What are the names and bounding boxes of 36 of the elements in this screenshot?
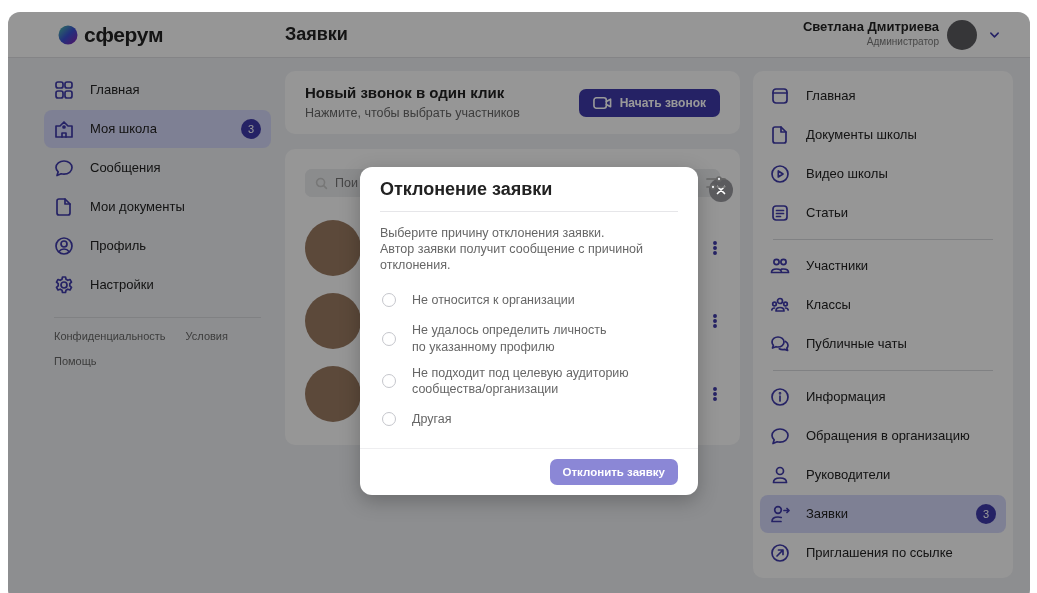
footer-link[interactable]: Условия	[185, 328, 228, 345]
page-title: Заявки	[285, 23, 349, 46]
nav-item[interactable]: Настройки	[44, 266, 271, 304]
nav-item[interactable]: Участники	[760, 247, 1006, 285]
dialog-title: Отклонение заявки	[379, 178, 554, 201]
nav-item[interactable]: Приглашения по ссылке	[760, 534, 1006, 572]
nav-item[interactable]: Документы школы	[760, 116, 1006, 154]
nav-item[interactable]: Главная	[44, 71, 271, 109]
radio-option[interactable]: Не подходит под целевую аудиторию сообщества/организации	[360, 359, 698, 403]
nav-item[interactable]: Публичные чаты	[760, 325, 1006, 363]
nav-item[interactable]: Статьи	[760, 194, 1006, 232]
nav-item[interactable]: Руководители	[760, 456, 1006, 494]
radio-option[interactable]: Не относится к организации	[360, 283, 698, 318]
nav-item[interactable]: Моя школа 3	[44, 110, 271, 148]
nav-item[interactable]: Заявки 3	[760, 495, 1006, 533]
call-title: Новый звонок в один клик	[305, 82, 506, 103]
nav-item[interactable]: Видео школы	[760, 155, 1006, 193]
nav-item[interactable]: Классы	[760, 286, 1006, 324]
nav-item[interactable]: Сообщения	[44, 149, 271, 187]
count-badge: 3	[976, 504, 996, 524]
nav-item[interactable]: Обращения в организацию	[760, 417, 1006, 455]
dialog-description: Выберите причину отклонения заявки. Автор заявки получит сообщение с причиной отклонения.	[379, 224, 644, 275]
call-subtitle: Нажмите, чтобы выбрать участников	[305, 105, 520, 123]
footer-link[interactable]: Конфиденциальность	[54, 328, 166, 345]
user-role: Администратор	[865, 35, 939, 50]
nav-item[interactable]: Профиль	[44, 227, 271, 265]
start-call-button[interactable]: Начать звонок	[578, 88, 720, 117]
nav-item[interactable]: Мои документы	[44, 188, 271, 226]
user-name: Светлана Дмитриева	[802, 19, 939, 35]
brand-name: сферум	[84, 21, 164, 48]
nav-item[interactable]: Главная	[760, 77, 1006, 115]
footer-link[interactable]: Помощь	[54, 352, 97, 369]
radio-option[interactable]: Другая	[360, 402, 698, 437]
count-badge: 3	[241, 119, 261, 139]
radio-option[interactable]: Не удалось определить личность по указанному профилю	[360, 317, 698, 360]
nav-item[interactable]: Информация	[760, 378, 1006, 416]
